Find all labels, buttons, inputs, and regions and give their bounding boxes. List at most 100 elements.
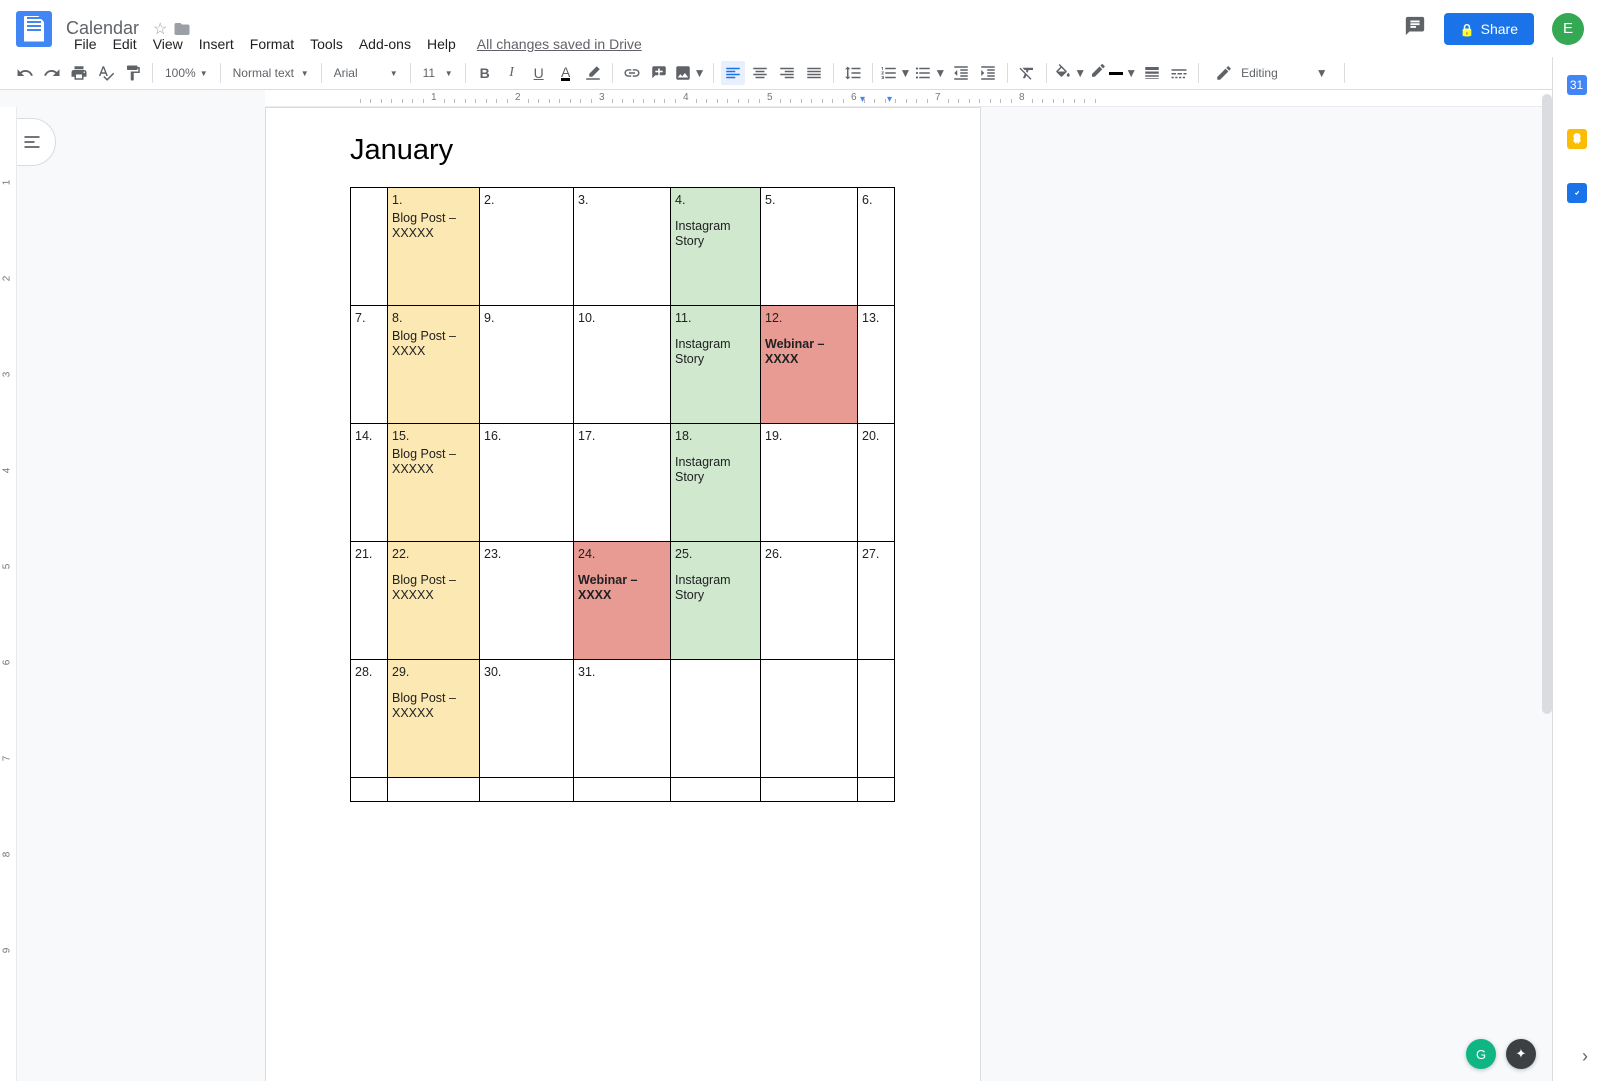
font-size-dropdown[interactable]: 11▼ [417, 61, 459, 85]
calendar-cell[interactable]: 27. [858, 542, 895, 660]
numbered-list-button[interactable]: ▼ [880, 61, 912, 85]
italic-button[interactable]: I [500, 61, 524, 85]
calendar-cell[interactable]: 22.Blog Post – XXXXX [388, 542, 480, 660]
calendar-cell[interactable]: 24.Webinar – XXXX [574, 542, 671, 660]
calendar-cell[interactable]: 21. [351, 542, 388, 660]
calendar-cell[interactable] [574, 778, 671, 802]
border-dash-button[interactable] [1167, 61, 1191, 85]
calendar-cell[interactable]: 17. [574, 424, 671, 542]
share-button[interactable]: Share [1444, 13, 1534, 45]
undo-button[interactable] [13, 61, 37, 85]
menu-view[interactable]: View [146, 32, 190, 56]
docs-app-icon[interactable] [16, 11, 52, 47]
calendar-cell[interactable]: 18.Instagram Story [671, 424, 761, 542]
calendar-cell[interactable] [671, 660, 761, 778]
calendar-cell[interactable]: 9. [480, 306, 574, 424]
save-status[interactable]: All changes saved in Drive [477, 32, 642, 56]
calendar-cell[interactable]: 15.Blog Post – XXXXX [388, 424, 480, 542]
calendar-cell[interactable]: 16. [480, 424, 574, 542]
calendar-cell[interactable]: 13. [858, 306, 895, 424]
calendar-cell[interactable]: 25.Instagram Story [671, 542, 761, 660]
calendar-cell[interactable]: 12.Webinar – XXXX [761, 306, 858, 424]
line-spacing-button[interactable] [841, 61, 865, 85]
bulleted-list-button[interactable]: ▼ [914, 61, 946, 85]
align-left-button[interactable] [721, 61, 745, 85]
spellcheck-button[interactable] [94, 61, 118, 85]
calendar-cell[interactable]: 11.Instagram Story [671, 306, 761, 424]
fill-color-button[interactable]: ▼ [1054, 61, 1086, 85]
align-center-button[interactable] [748, 61, 772, 85]
calendar-cell[interactable]: 14. [351, 424, 388, 542]
calendar-cell[interactable]: 2. [480, 188, 574, 306]
calendar-cell[interactable]: 23. [480, 542, 574, 660]
increase-indent-button[interactable] [976, 61, 1000, 85]
horizontal-ruler[interactable]: 12345678▾▾ [265, 90, 1552, 107]
bold-button[interactable]: B [473, 61, 497, 85]
redo-button[interactable] [40, 61, 64, 85]
calendar-cell[interactable] [761, 660, 858, 778]
calendar-cell[interactable] [858, 660, 895, 778]
calendar-cell[interactable]: 6. [858, 188, 895, 306]
mode-dropdown[interactable]: Editing ▼ [1205, 64, 1338, 82]
calendar-cell[interactable]: 4.Instagram Story [671, 188, 761, 306]
calendar-cell[interactable] [858, 778, 895, 802]
align-justify-button[interactable] [802, 61, 826, 85]
align-right-button[interactable] [775, 61, 799, 85]
highlight-color-button[interactable] [581, 61, 605, 85]
calendar-cell[interactable] [761, 778, 858, 802]
menu-addons[interactable]: Add-ons [352, 32, 418, 56]
calendar-cell[interactable] [351, 188, 388, 306]
border-width-button[interactable] [1140, 61, 1164, 85]
insert-image-button[interactable]: ▼ [674, 61, 706, 85]
calendar-cell[interactable] [671, 778, 761, 802]
grammarly-icon[interactable]: G [1466, 1039, 1496, 1069]
border-color-button[interactable]: ▼ [1089, 61, 1137, 85]
calendar-cell[interactable]: 29.Blog Post – XXXXX [388, 660, 480, 778]
insert-link-button[interactable] [620, 61, 644, 85]
menu-edit[interactable]: Edit [106, 32, 144, 56]
text-color-button[interactable]: A [554, 61, 578, 85]
explore-button[interactable]: ✦ [1506, 1039, 1536, 1069]
vertical-ruler[interactable]: 123456789 [0, 107, 17, 1081]
account-avatar[interactable]: E [1552, 13, 1584, 45]
menu-format[interactable]: Format [243, 32, 301, 56]
calendar-cell[interactable]: 5. [761, 188, 858, 306]
calendar-cell[interactable]: 7. [351, 306, 388, 424]
paint-format-button[interactable] [121, 61, 145, 85]
font-dropdown[interactable]: Arial▼ [328, 61, 404, 85]
calendar-cell[interactable]: 19. [761, 424, 858, 542]
menu-file[interactable]: File [67, 32, 104, 56]
zoom-dropdown[interactable]: 100%▼ [159, 61, 214, 85]
insert-comment-button[interactable] [647, 61, 671, 85]
calendar-cell[interactable]: 31. [574, 660, 671, 778]
calendar-cell[interactable] [351, 778, 388, 802]
decrease-indent-button[interactable] [949, 61, 973, 85]
calendar-cell[interactable]: 10. [574, 306, 671, 424]
menu-insert[interactable]: Insert [192, 32, 241, 56]
event-text: Blog Post – XXXXX [392, 211, 475, 242]
scrollbar-thumb[interactable] [1542, 94, 1552, 714]
calendar-cell[interactable]: 3. [574, 188, 671, 306]
calendar-table[interactable]: 1.Blog Post – XXXXX2.3.4.Instagram Story… [350, 187, 895, 802]
menu-help[interactable]: Help [420, 32, 463, 56]
comments-icon[interactable] [1404, 15, 1426, 43]
underline-button[interactable]: U [527, 61, 551, 85]
calendar-addon-icon[interactable]: 31 [1567, 75, 1587, 95]
styles-dropdown[interactable]: Normal text▼ [227, 61, 315, 85]
keep-addon-icon[interactable] [1567, 129, 1587, 149]
menu-tools[interactable]: Tools [303, 32, 350, 56]
calendar-cell[interactable]: 1.Blog Post – XXXXX [388, 188, 480, 306]
calendar-cell[interactable] [388, 778, 480, 802]
clear-formatting-button[interactable] [1015, 61, 1039, 85]
tasks-addon-icon[interactable] [1567, 183, 1587, 203]
calendar-cell[interactable]: 8.Blog Post – XXXX [388, 306, 480, 424]
calendar-cell[interactable]: 26. [761, 542, 858, 660]
calendar-cell[interactable]: 30. [480, 660, 574, 778]
print-button[interactable] [67, 61, 91, 85]
page-heading[interactable]: January [350, 134, 896, 167]
show-side-panel-icon[interactable]: › [1582, 1046, 1588, 1067]
calendar-cell[interactable] [480, 778, 574, 802]
document-page[interactable]: January 1.Blog Post – XXXXX2.3.4.Instagr… [265, 107, 981, 1081]
calendar-cell[interactable]: 28. [351, 660, 388, 778]
calendar-cell[interactable]: 20. [858, 424, 895, 542]
